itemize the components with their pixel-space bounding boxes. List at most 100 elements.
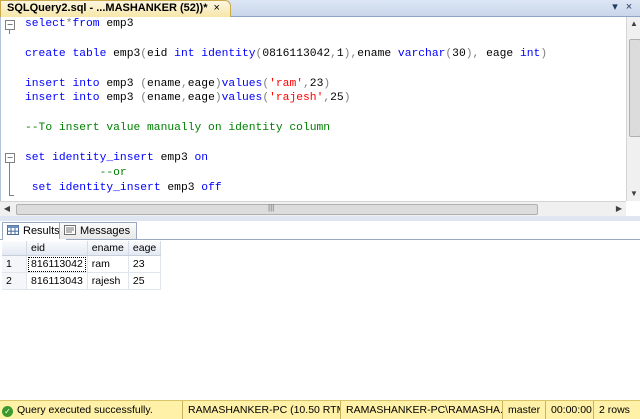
success-check-icon: ✓ xyxy=(2,406,13,417)
column-header-eid[interactable]: eid xyxy=(26,241,88,256)
code-line[interactable] xyxy=(25,106,547,121)
grid-header-row: eid ename eage xyxy=(2,241,162,256)
editor-vertical-scrollbar[interactable]: ▲ ▼ xyxy=(626,17,640,201)
column-header-eage[interactable]: eage xyxy=(128,241,162,256)
editor-horizontal-scrollbar[interactable]: ◀ ||| ▶ xyxy=(0,201,626,216)
sql-editor[interactable]: − − select*from emp3 create table emp3(ei… xyxy=(0,17,627,201)
code-token: , xyxy=(180,92,188,105)
code-token: 0816113042 xyxy=(262,47,331,60)
row-number[interactable]: 1 xyxy=(2,255,27,273)
code-token: ename xyxy=(147,92,181,105)
row-number-header[interactable] xyxy=(2,241,27,256)
results-grid[interactable]: eid ename eage 1 816113042 ram 23 2 8161… xyxy=(2,241,162,290)
code-line[interactable]: create table emp3(eid int identity(08161… xyxy=(25,47,547,62)
code-token: emp3 xyxy=(153,152,195,165)
code-token: identity_insert xyxy=(52,152,154,165)
code-token: , xyxy=(180,77,188,90)
status-login: RAMASHANKER-PC\RAMASHA... xyxy=(340,401,502,419)
messages-icon xyxy=(64,225,76,235)
code-line[interactable]: select*from emp3 xyxy=(25,17,547,32)
scroll-down-arrow-icon[interactable]: ▼ xyxy=(627,187,640,201)
status-elapsed-time: 00:00:00 xyxy=(545,401,594,419)
document-tab-strip: SQLQuery2.sql - ...MASHANKER (52))* × ▾ × xyxy=(0,0,640,17)
code-line[interactable]: --To insert value manually on identity c… xyxy=(25,121,547,136)
close-window-icon[interactable]: × xyxy=(622,1,636,14)
code-token: emp3 xyxy=(106,47,141,60)
code-token: eage xyxy=(187,92,215,105)
code-token: 'ram' xyxy=(269,77,304,90)
grid-cell[interactable]: ram xyxy=(87,255,129,273)
code-token: emp3 xyxy=(160,181,202,194)
code-line[interactable]: set identity_insert emp3 on xyxy=(25,151,547,166)
tab-messages-label: Messages xyxy=(80,225,131,237)
query-document-tab-title: SQLQuery2.sql - ...MASHANKER (52))* xyxy=(7,2,208,14)
results-tab-strip: Results Messages xyxy=(0,221,640,240)
code-token: , xyxy=(330,47,337,60)
code-token: ) xyxy=(214,92,222,105)
code-token: emp3 xyxy=(99,92,141,105)
code-line[interactable]: insert into emp3 (ename,eage)values('ram… xyxy=(25,77,547,92)
query-document-tab[interactable]: SQLQuery2.sql - ...MASHANKER (52))* × xyxy=(0,0,231,17)
code-token: , xyxy=(303,77,310,90)
vertical-scroll-thumb[interactable] xyxy=(629,39,640,137)
code-line[interactable] xyxy=(25,62,547,77)
code-token: ) xyxy=(343,92,351,105)
code-token: insert into xyxy=(25,92,100,105)
grid-cell[interactable]: 816113043 xyxy=(26,272,88,290)
status-bar: ✓ Query executed successfully. RAMASHANKE… xyxy=(0,400,640,419)
scroll-grip-icon: ||| xyxy=(268,203,275,212)
code-token: ename xyxy=(147,77,181,90)
tab-list-dropdown-icon[interactable]: ▾ xyxy=(608,1,622,14)
code-token: eage xyxy=(479,47,520,60)
code-token: insert into xyxy=(25,77,100,90)
collapse-region-icon[interactable]: − xyxy=(5,153,15,163)
editor-outline-margin: − − xyxy=(1,17,15,201)
table-row[interactable]: 1 816113042 ram 23 xyxy=(2,255,162,273)
scroll-up-arrow-icon[interactable]: ▲ xyxy=(627,17,640,31)
status-row-count: 2 rows xyxy=(593,401,640,419)
code-line[interactable]: set identity_insert emp3 off xyxy=(25,181,547,196)
collapse-region-icon[interactable]: − xyxy=(5,20,15,30)
code-line[interactable] xyxy=(25,136,547,151)
code-token: eid xyxy=(147,47,175,60)
code-token: ) xyxy=(214,77,222,90)
tab-messages[interactable]: Messages xyxy=(59,222,138,239)
code-token: --To insert value manually on identity c… xyxy=(25,122,331,135)
status-server: RAMASHANKER-PC (10.50 RTM) xyxy=(182,401,340,419)
code-line[interactable]: --or xyxy=(25,166,547,181)
column-header-ename[interactable]: ename xyxy=(87,241,129,256)
horizontal-scroll-thumb[interactable] xyxy=(16,204,538,215)
code-line[interactable] xyxy=(25,32,547,47)
code-token: ename xyxy=(357,47,398,60)
code-token: emp3 xyxy=(99,18,134,30)
close-tab-icon[interactable]: × xyxy=(213,2,219,14)
code-token: values xyxy=(221,77,263,90)
code-token: ), xyxy=(465,47,480,60)
status-message-text: Query executed successfully. xyxy=(17,404,153,416)
code-token: 1 xyxy=(336,47,344,60)
tab-results[interactable]: Results xyxy=(2,222,67,240)
code-token: from xyxy=(72,18,100,30)
code-token: int xyxy=(519,47,541,60)
scroll-right-arrow-icon[interactable]: ▶ xyxy=(612,202,626,216)
code-token: set xyxy=(25,181,53,194)
row-number[interactable]: 2 xyxy=(2,272,27,290)
grid-cell[interactable]: 25 xyxy=(128,272,162,290)
status-database: master xyxy=(502,401,546,419)
code-line[interactable]: insert into emp3 (ename,eage)values('raj… xyxy=(25,91,547,106)
code-token: ) xyxy=(323,77,331,90)
code-token: set xyxy=(25,152,46,165)
code-token: eage xyxy=(187,77,215,90)
code-token: int identity xyxy=(174,47,256,60)
scroll-left-arrow-icon[interactable]: ◀ xyxy=(0,202,14,216)
grid-cell[interactable]: 816113042 xyxy=(26,255,88,273)
grid-cell[interactable]: rajesh xyxy=(87,272,129,290)
grid-cell[interactable]: 23 xyxy=(128,255,162,273)
code-token: varchar xyxy=(397,47,446,60)
grid-icon xyxy=(7,225,19,235)
sql-code: select*from emp3 create table emp3(eid in… xyxy=(25,17,547,196)
code-token: values xyxy=(221,92,263,105)
code-token: 23 xyxy=(309,77,324,90)
table-row[interactable]: 2 816113043 rajesh 25 xyxy=(2,272,162,290)
